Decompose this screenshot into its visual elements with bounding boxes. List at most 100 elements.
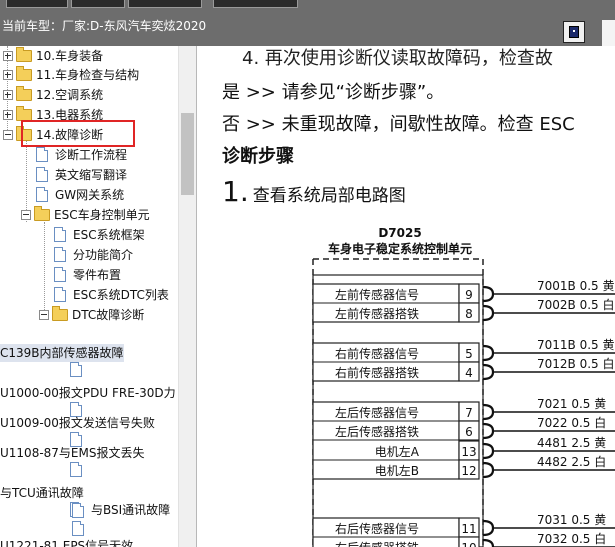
document-icon — [72, 521, 84, 536]
connector-terminal — [482, 442, 495, 460]
pin-number: 12 — [461, 464, 476, 478]
vehicle-label: 当前车型： — [2, 19, 63, 33]
tree-doc-item[interactable]: ESC系统框架 — [0, 226, 178, 244]
expand-toggle-icon[interactable] — [3, 70, 13, 80]
expand-toggle-icon[interactable] — [21, 210, 31, 220]
pin-label: 左后传感器搭铁 — [335, 424, 419, 439]
document-pane: 4. 再次使用诊断仪读取故障码，检查故 是 >> 请参见“诊断步骤”。 否 >>… — [197, 46, 615, 547]
tree-item-label: 诊断工作流程 — [55, 148, 128, 162]
tree-doc-item[interactable]: U1009-00报文发送信号失败 — [0, 414, 178, 447]
tree-item-label: DTC故障诊断 — [72, 308, 145, 322]
circuit-diagram: D7025车身电子稳定系统控制单元左前传感器信号 9 7001B 0.5 黄左前传感… — [312, 226, 615, 547]
window-nav-icon[interactable] — [563, 21, 585, 43]
tree-doc-item[interactable]: C139B内部传感器故障 — [0, 344, 178, 377]
pin-number: 10 — [461, 541, 476, 547]
pin-label: 电机左A — [375, 444, 420, 459]
tree-doc-item[interactable]: 与BSI通讯故障 — [0, 501, 178, 536]
tree-item-label: 与BSI通讯故障 — [91, 503, 171, 517]
wire-spec: 7021 0.5 黄 — [537, 397, 606, 411]
tree-item-label: 11.车身检查与结构 — [36, 68, 140, 82]
wire-spec: 7012B 0.5 白 — [537, 356, 615, 371]
pin-number: 13 — [461, 445, 476, 459]
expand-toggle-icon[interactable] — [39, 310, 49, 320]
document-icon — [54, 247, 66, 262]
tree-folder-item[interactable]: 10.车身装备 — [0, 47, 178, 65]
vehicle-value: 厂家:D-东风汽车奕炫2020 — [62, 19, 207, 33]
expand-toggle-icon[interactable] — [3, 90, 13, 100]
wire-spec: 7011B 0.5 黄 — [537, 338, 615, 352]
tree-item-label: U1009-00报文发送信号失败 — [0, 416, 155, 430]
pin-label: 左前传感器信号 — [335, 287, 419, 302]
pin-label: 右前传感器搭铁 — [335, 365, 419, 380]
tree-doc-item[interactable]: 与TCU通讯故障 — [0, 484, 178, 517]
wire-spec: 7032 0.5 白 — [537, 531, 606, 546]
document-icon — [36, 187, 48, 202]
tree-doc-item[interactable]: 分功能简介 — [0, 246, 178, 264]
sidebar: 10.车身装备 11.车身检查与结构 12.空调系统 13.电器系统 14.故障诊断 诊断… — [0, 46, 196, 547]
toolbar-button[interactable] — [128, 0, 202, 8]
tree-doc-item[interactable]: 诊断工作流程 — [0, 146, 178, 164]
pin-number: 9 — [465, 288, 473, 302]
folder-icon — [16, 47, 32, 62]
tree-folder-item[interactable]: ESC车身控制单元 — [0, 206, 178, 224]
connector-code: D7025 — [378, 226, 421, 240]
toolbar-button[interactable] — [213, 0, 298, 8]
wire-spec: 4481 2.5 黄 — [537, 436, 606, 450]
tree-folder-item[interactable]: DTC故障诊断 — [0, 306, 178, 324]
connector-terminal — [482, 538, 495, 547]
tree-doc-item[interactable]: U1000-00报文PDU FRE-30D力 — [0, 384, 178, 417]
tree-doc-item[interactable]: ESC系统DTC列表 — [0, 286, 178, 304]
pin-label: 左前传感器搭铁 — [335, 306, 419, 321]
expand-toggle-icon[interactable] — [3, 51, 13, 61]
expand-toggle-icon[interactable] — [3, 110, 13, 120]
tree-item-label: U1221-81 EPS信号无效 — [0, 539, 134, 547]
tree-doc-item[interactable]: GW网关系统 — [0, 186, 178, 204]
wire-spec: 7002B 0.5 白 — [537, 297, 615, 312]
pin-label: 电机左B — [375, 463, 419, 478]
tree-item-label: 与TCU通讯故障 — [0, 486, 84, 500]
document-icon — [70, 362, 82, 377]
wire-spec: 7001B 0.5 黄 — [537, 279, 615, 293]
folder-icon — [34, 206, 50, 221]
scrollbar-thumb[interactable] — [181, 113, 194, 195]
expand-toggle-icon[interactable] — [3, 130, 13, 140]
tree-folder-item[interactable]: 12.空调系统 — [0, 86, 178, 104]
connector-terminal — [482, 403, 495, 421]
toolbar-button[interactable] — [71, 0, 125, 8]
folder-icon — [16, 66, 32, 81]
pin-number: 8 — [465, 307, 473, 321]
tree-item-label: GW网关系统 — [55, 188, 125, 202]
connector-terminal — [482, 461, 495, 479]
document-icon — [36, 147, 48, 162]
tree-item-label: ESC系统框架 — [73, 228, 145, 242]
connector-terminal — [482, 519, 495, 537]
tree-folder-item[interactable]: 11.车身检查与结构 — [0, 66, 178, 84]
wire-spec: 7022 0.5 白 — [537, 415, 606, 430]
top-toolbar: 当前车型：厂家:D-东风汽车奕炫2020 — [0, 0, 615, 46]
sidebar-scrollbar[interactable] — [178, 46, 196, 547]
tree-item-label: 英文缩写翻译 — [55, 168, 128, 182]
tree-doc-item[interactable]: 英文缩写翻译 — [0, 166, 178, 184]
connector-terminal — [482, 304, 495, 322]
highlight-box — [21, 120, 135, 147]
tree-doc-item[interactable]: 零件布置 — [0, 266, 178, 284]
document-icon — [54, 227, 66, 242]
tree-doc-item[interactable]: U1108-87与EMS报文丢失 — [0, 444, 178, 477]
connector-terminal — [482, 363, 495, 381]
pin-number: 7 — [465, 406, 473, 420]
connector-terminal — [482, 344, 495, 362]
pin-number: 6 — [465, 425, 473, 439]
pin-label: 右后传感器信号 — [335, 521, 419, 536]
tree-doc-item[interactable]: U1221-81 EPS信号无效 — [0, 537, 178, 547]
module-title: 车身电子稳定系统控制单元 — [328, 241, 472, 256]
document-icon — [72, 503, 84, 518]
tree-item-label: U1108-87与EMS报文丢失 — [0, 446, 145, 460]
current-vehicle: 当前车型：厂家:D-东风汽车奕炫2020 — [2, 17, 206, 34]
tree-item-label: ESC车身控制单元 — [54, 208, 150, 222]
toolbar-button[interactable] — [6, 0, 68, 8]
connector-terminal — [482, 285, 495, 303]
toolbar-edge — [602, 20, 615, 46]
document-icon — [54, 267, 66, 282]
document-icon — [54, 287, 66, 302]
document-icon — [70, 462, 82, 477]
